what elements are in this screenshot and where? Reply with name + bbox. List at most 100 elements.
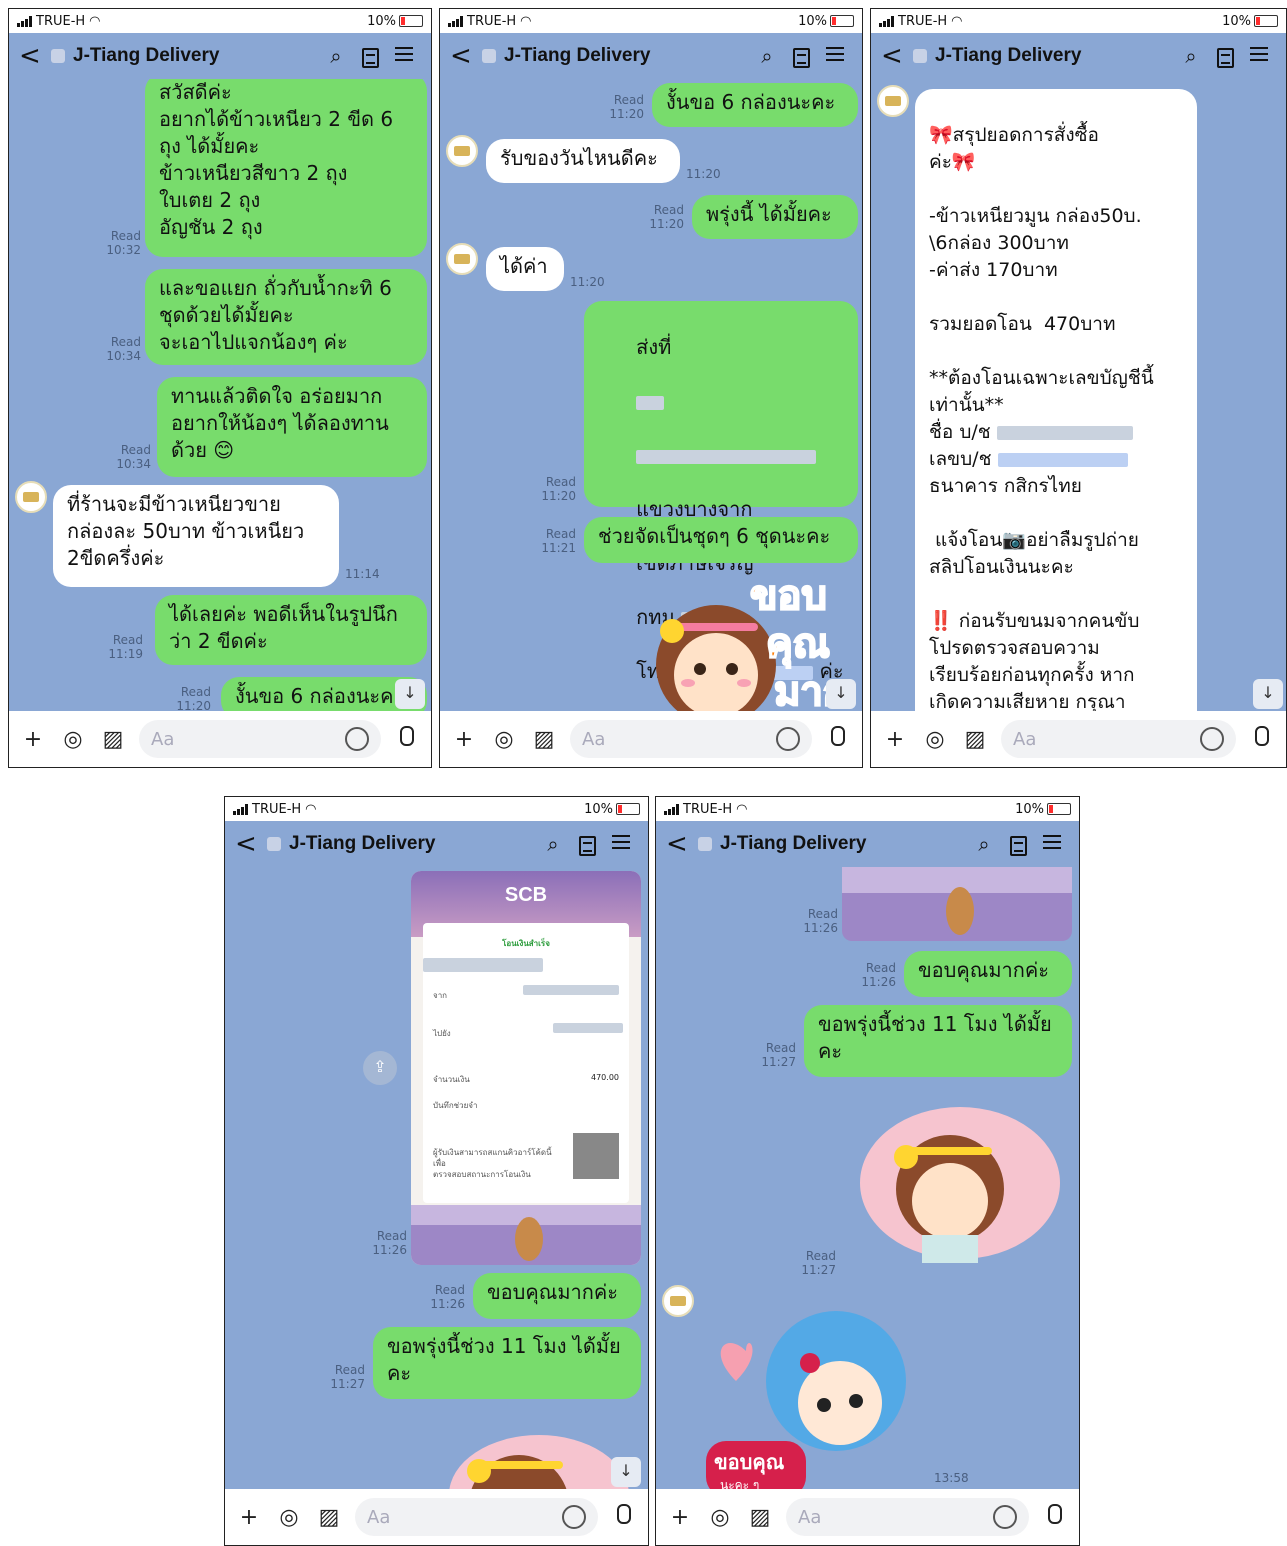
menu-icon[interactable] xyxy=(818,43,852,70)
menu-icon[interactable] xyxy=(604,831,638,858)
menu-icon[interactable] xyxy=(387,43,421,70)
read-receipt: Read 10:34 xyxy=(106,335,141,363)
chat-area[interactable]: งั้นขอ 6 กล่องนะคะ Read 11:20 รับของวันไห… xyxy=(440,79,862,711)
from-label: จาก xyxy=(433,991,448,1000)
image-icon[interactable]: ▨ xyxy=(530,727,558,752)
redacted-text xyxy=(636,449,817,464)
carrier: TRUE-H xyxy=(898,13,948,29)
read-receipt: Read 11:26 xyxy=(803,907,838,935)
share-icon[interactable]: ⇪ xyxy=(363,1051,397,1085)
message-input[interactable]: Aa xyxy=(786,1498,1029,1536)
camera-icon[interactable]: ◎ xyxy=(275,1505,303,1530)
menu-icon[interactable] xyxy=(1035,831,1069,858)
chat-header: < J-Tiang Delivery ⌕ xyxy=(225,821,648,867)
phone-screen-5: TRUE-H ◠ 10% < J-Tiang Delivery ⌕ Read 11:… xyxy=(655,796,1080,1546)
chat-area[interactable]: Read 11:26 ขอบคุณมากค่ะ Read 11:26 ขอพรุ่ง… xyxy=(656,867,1079,1489)
plus-icon[interactable]: + xyxy=(881,727,909,752)
notes-icon[interactable] xyxy=(353,44,387,68)
amount-label: จำนวนเงิน xyxy=(433,1075,470,1084)
emoji-icon[interactable] xyxy=(776,727,800,751)
redacted-account-number[interactable] xyxy=(997,452,1128,467)
avatar[interactable] xyxy=(662,1285,694,1317)
back-icon[interactable]: < xyxy=(235,829,263,859)
phone-screen-1: TRUE-H ◠ 10% < J-Tiang Delivery ⌕ สวัสดีค… xyxy=(8,8,432,768)
read-receipt: Read 11:26 xyxy=(372,1229,407,1257)
chat-title: J-Tiang Delivery xyxy=(720,833,867,854)
message-input[interactable]: Aa xyxy=(139,720,381,758)
sticker-text: ขอบ xyxy=(750,573,827,619)
back-icon[interactable]: < xyxy=(881,41,909,71)
emoji-icon[interactable] xyxy=(1200,727,1224,751)
search-icon[interactable]: ⌕ xyxy=(750,44,784,68)
plus-icon[interactable]: + xyxy=(235,1505,263,1530)
avatar[interactable] xyxy=(446,135,478,167)
avatar[interactable] xyxy=(446,243,478,275)
mic-icon[interactable] xyxy=(824,726,852,752)
mic-icon[interactable] xyxy=(393,726,421,752)
chat-area[interactable]: สวัสดีค่ะ อยากได้ข้าวเหนียว 2 ขีด 6 ถุง … xyxy=(9,79,431,711)
message-bubble: ขอพรุ่งนี้ช่วง 11 โมง ได้มั้ย คะ xyxy=(804,1005,1072,1077)
smiling-girl-sticker[interactable] xyxy=(850,1103,1070,1263)
plus-icon[interactable]: + xyxy=(19,727,47,752)
camera-icon[interactable]: ◎ xyxy=(706,1505,734,1530)
plus-icon[interactable]: + xyxy=(450,727,478,752)
search-icon[interactable]: ⌕ xyxy=(1174,44,1208,68)
wifi-icon: ◠ xyxy=(89,13,101,29)
message-input[interactable]: Aa xyxy=(355,1498,598,1536)
read-receipt: Read 11:20 xyxy=(176,685,211,711)
emoji-icon[interactable] xyxy=(993,1505,1017,1529)
camera-icon[interactable]: ◎ xyxy=(921,727,949,752)
image-icon[interactable]: ▨ xyxy=(99,727,127,752)
back-icon[interactable]: < xyxy=(450,41,478,71)
avatar[interactable] xyxy=(15,481,47,513)
mic-icon[interactable] xyxy=(610,1504,638,1530)
camera-icon[interactable]: ◎ xyxy=(59,727,87,752)
message-bubble: ได้ค่า xyxy=(486,247,564,291)
scroll-down-button[interactable]: ↓ xyxy=(1253,679,1283,709)
scroll-down-button[interactable]: ↓ xyxy=(826,679,856,709)
read-receipt: Read 11:20 xyxy=(649,203,684,231)
search-icon[interactable]: ⌕ xyxy=(967,832,1001,856)
read-receipt: Read 11:21 xyxy=(541,527,576,555)
emoji-icon[interactable] xyxy=(345,727,369,751)
message-input[interactable]: Aa xyxy=(1001,720,1236,758)
notes-icon[interactable] xyxy=(1208,44,1242,68)
redacted-text xyxy=(553,1023,623,1033)
message-input[interactable]: Aa xyxy=(570,720,812,758)
battery-percent: 10% xyxy=(584,801,613,817)
message-bubble: งั้นขอ 6 กล่องนะคะ xyxy=(652,83,858,127)
plus-icon[interactable]: + xyxy=(666,1505,694,1530)
menu-icon[interactable] xyxy=(1242,43,1276,70)
image-icon[interactable]: ▨ xyxy=(746,1505,774,1530)
chat-title: J-Tiang Delivery xyxy=(504,45,651,66)
back-icon[interactable]: < xyxy=(666,829,694,859)
battery-percent: 10% xyxy=(1222,13,1251,29)
to-label: ไปยัง xyxy=(433,1029,451,1038)
smiling-girl-sticker[interactable] xyxy=(439,1415,639,1489)
camera-icon[interactable]: ◎ xyxy=(490,727,518,752)
mic-icon[interactable] xyxy=(1248,726,1276,752)
lavender-field-image[interactable] xyxy=(842,867,1072,941)
input-bar: + ◎ ▨ Aa xyxy=(440,711,862,767)
scroll-down-button[interactable]: ↓ xyxy=(611,1457,641,1487)
back-icon[interactable]: < xyxy=(19,41,47,71)
read-receipt: Read 11:27 xyxy=(330,1363,365,1391)
chat-area[interactable]: 🎀สรุปยอดการสั่งซื้อ ค่ะ🎀 -ข้าวเหนียวมูน … xyxy=(871,79,1286,711)
search-icon[interactable]: ⌕ xyxy=(319,44,353,68)
search-icon[interactable]: ⌕ xyxy=(536,832,570,856)
image-icon[interactable]: ▨ xyxy=(315,1505,343,1530)
transfer-slip-image[interactable]: SCB โอนเงินสำเร็จ จาก ไปยัง จำนวนเงิน 47… xyxy=(411,871,641,1265)
avatar[interactable] xyxy=(877,85,909,117)
scroll-down-button[interactable]: ↓ xyxy=(395,679,425,709)
shield-icon xyxy=(51,49,65,63)
signal-icon xyxy=(233,803,248,815)
notes-icon[interactable] xyxy=(570,832,604,856)
notes-icon[interactable] xyxy=(1001,832,1035,856)
image-icon[interactable]: ▨ xyxy=(961,727,989,752)
thank-you-sticker-blue-girl[interactable]: ขอบคุณ นะคะ ๆ xyxy=(706,1291,926,1489)
notes-icon[interactable] xyxy=(784,44,818,68)
chat-area[interactable]: ⇪ SCB โอนเงินสำเร็จ จาก ไปยัง จำนวนเงิน … xyxy=(225,867,648,1489)
emoji-icon[interactable] xyxy=(562,1505,586,1529)
thank-you-sticker[interactable]: ขอบ คุณ มาก xyxy=(626,565,856,711)
mic-icon[interactable] xyxy=(1041,1504,1069,1530)
